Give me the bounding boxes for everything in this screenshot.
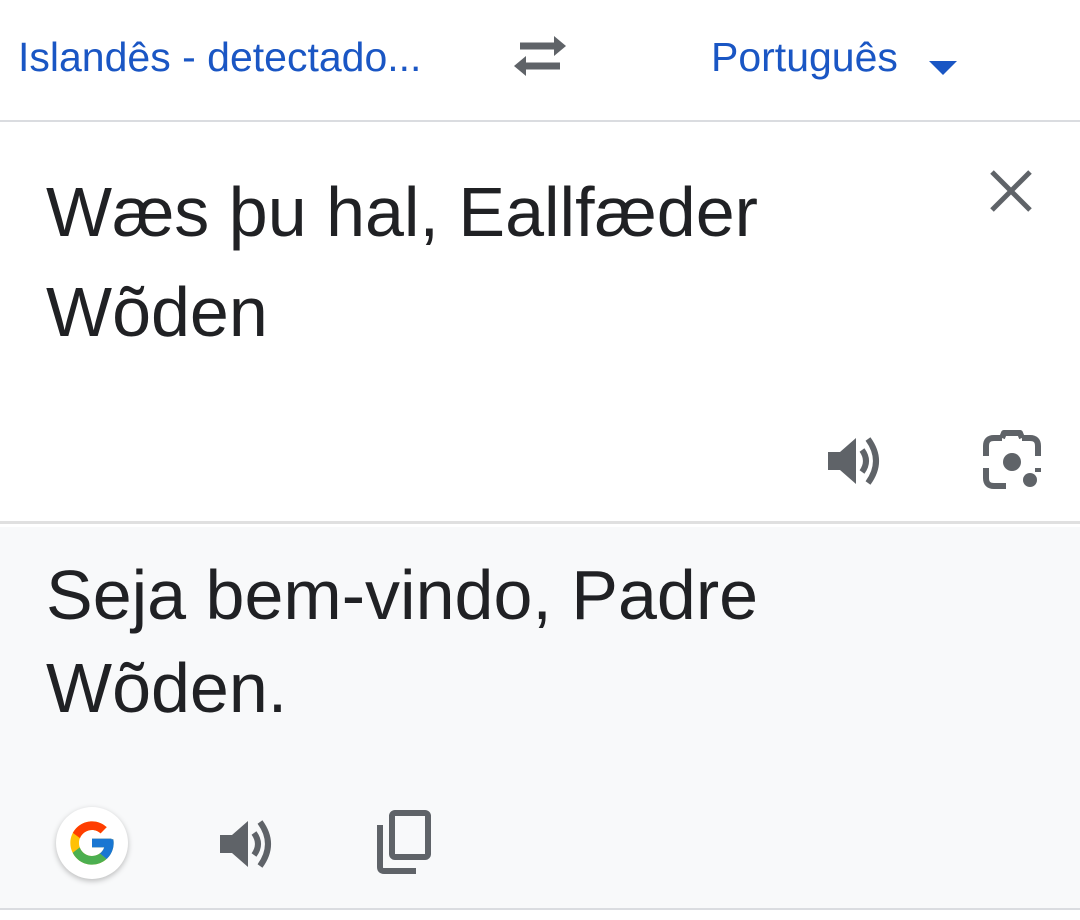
google-logo[interactable] <box>56 807 128 879</box>
source-language-selector[interactable]: Islandês - detectado... <box>18 34 421 81</box>
language-bar: Islandês - detectado... Português <box>0 0 1080 122</box>
source-text-input[interactable]: Wæs þu hal, Eallfæder Wõden <box>46 162 926 362</box>
target-language-selector[interactable]: Português <box>711 34 898 81</box>
swap-languages-icon[interactable] <box>508 30 572 82</box>
speaker-icon[interactable] <box>824 430 888 492</box>
chevron-down-icon[interactable] <box>928 60 958 76</box>
speaker-icon[interactable] <box>216 813 280 875</box>
camera-lens-icon[interactable] <box>980 430 1044 492</box>
translated-text: Seja bem-vindo, Padre Wõden. <box>46 556 759 727</box>
close-icon[interactable] <box>986 166 1036 216</box>
copy-icon[interactable] <box>372 809 434 875</box>
translation-output-panel: Seja bem-vindo, Padre Wõden. <box>0 527 1080 910</box>
source-input-panel[interactable]: Wæs þu hal, Eallfæder Wõden <box>0 124 1080 524</box>
